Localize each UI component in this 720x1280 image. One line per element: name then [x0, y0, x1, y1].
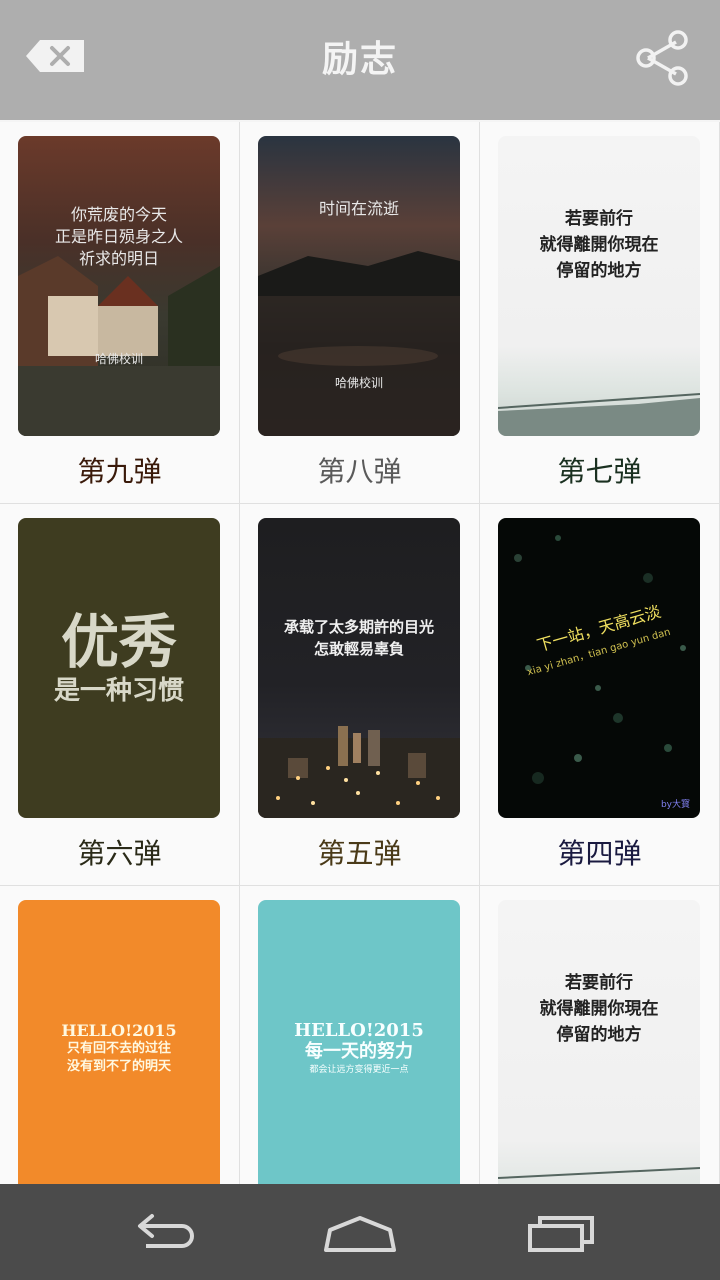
- thumb-line: 你荒废的今天: [70, 205, 167, 224]
- thumbnail[interactable]: 承载了太多期許的目光 怎敢輕易辜負: [258, 518, 460, 818]
- thumb-line: 就得離開你現在: [539, 235, 659, 255]
- home-icon[interactable]: [320, 1208, 400, 1256]
- thumb-line: HELLO!2015: [294, 1020, 424, 1041]
- thumb-line: 每一天的努力: [305, 1041, 413, 1062]
- thumb-line: 若要前行: [565, 209, 633, 229]
- item-label: 第九弹: [77, 455, 162, 488]
- thumbnail[interactable]: HELLO!2015 只有回不去的过往 没有到不了的明天: [18, 900, 220, 1184]
- thumb-line: 是一种习惯: [53, 676, 184, 706]
- grid-item-9[interactable]: 你荒废的今天 正是昨日殒身之人 祈求的明日 哈佛校训 第九弹: [0, 122, 240, 504]
- thumb-sub: 哈佛校训: [334, 376, 383, 390]
- thumbnail[interactable]: 若要前行 就得離開你現在 停留的地方: [498, 136, 700, 436]
- grid-item-4[interactable]: 下一站，天高云淡 xia yi zhan，tian gao yun dan by…: [480, 504, 720, 886]
- thumb-line: 都会让远方变得更近一点: [309, 1065, 409, 1075]
- thumbnail[interactable]: HELLO!2015 每一天的努力 都会让远方变得更近一点: [258, 900, 460, 1184]
- thumbnail[interactable]: 你荒废的今天 正是昨日殒身之人 祈求的明日 哈佛校训: [18, 136, 220, 436]
- wallpaper-grid: 你荒废的今天 正是昨日殒身之人 祈求的明日 哈佛校训 第九弹 时间在流逝 哈佛校…: [0, 122, 720, 1184]
- grid-item-6[interactable]: 优秀 是一种习惯 第六弹: [0, 504, 240, 886]
- thumb-line: 承载了太多期許的目光: [283, 618, 434, 636]
- share-icon[interactable]: [632, 28, 692, 88]
- grid-item-3[interactable]: HELLO!2015 只有回不去的过往 没有到不了的明天: [0, 886, 240, 1184]
- system-nav-bar: [0, 1184, 720, 1280]
- thumb-line: 优秀: [60, 608, 177, 676]
- thumb-sub: 哈佛校训: [94, 352, 143, 366]
- item-label: 第七弹: [557, 455, 642, 488]
- thumb-line: HELLO!2015: [61, 1021, 177, 1040]
- grid-item-1[interactable]: 若要前行 就得離開你現在 停留的地方: [480, 886, 720, 1184]
- item-label: 第八弹: [317, 455, 402, 488]
- grid-item-7[interactable]: 若要前行 就得離開你現在 停留的地方 第七弹: [480, 122, 720, 504]
- thumb-line: 就得離開你現在: [539, 999, 659, 1019]
- recent-apps-icon[interactable]: [520, 1208, 600, 1256]
- back-arrow-icon[interactable]: [120, 1208, 200, 1256]
- top-bar: 励志: [0, 0, 720, 120]
- item-label: 第四弹: [557, 837, 642, 870]
- thumbnail[interactable]: 若要前行 就得離開你現在 停留的地方: [498, 900, 700, 1184]
- item-label: 第五弹: [317, 837, 402, 870]
- thumb-line: 只有回不去的过往: [66, 1041, 171, 1056]
- thumbnail[interactable]: 时间在流逝 哈佛校训: [258, 136, 460, 436]
- item-label: 第六弹: [77, 837, 162, 870]
- thumb-line: 正是昨日殒身之人: [54, 227, 183, 246]
- app-root: 励志 你荒废的今天 正是昨日殒身之人 祈求的明日 哈佛校训 第九弹 时间在流逝 …: [0, 0, 720, 1280]
- thumb-line: 时间在流逝: [318, 199, 399, 218]
- thumb-sub: by大寳: [660, 800, 690, 810]
- thumb-line: 没有到不了的明天: [66, 1059, 171, 1074]
- thumb-line: 停留的地方: [556, 1025, 642, 1045]
- thumb-line: 若要前行: [565, 973, 633, 993]
- grid-item-5[interactable]: 承载了太多期許的目光 怎敢輕易辜負 第五弹: [240, 504, 480, 886]
- thumb-line: 祈求的明日: [78, 249, 159, 268]
- grid-item-2[interactable]: HELLO!2015 每一天的努力 都会让远方变得更近一点: [240, 886, 480, 1184]
- thumb-line: 怎敢輕易辜負: [313, 640, 404, 658]
- grid-item-8[interactable]: 时间在流逝 哈佛校训 第八弹: [240, 122, 480, 504]
- thumb-line: 停留的地方: [556, 261, 642, 281]
- page-title: 励志: [321, 39, 398, 80]
- thumbnail[interactable]: 下一站，天高云淡 xia yi zhan，tian gao yun dan by…: [498, 518, 700, 818]
- thumbnail[interactable]: 优秀 是一种习惯: [18, 518, 220, 818]
